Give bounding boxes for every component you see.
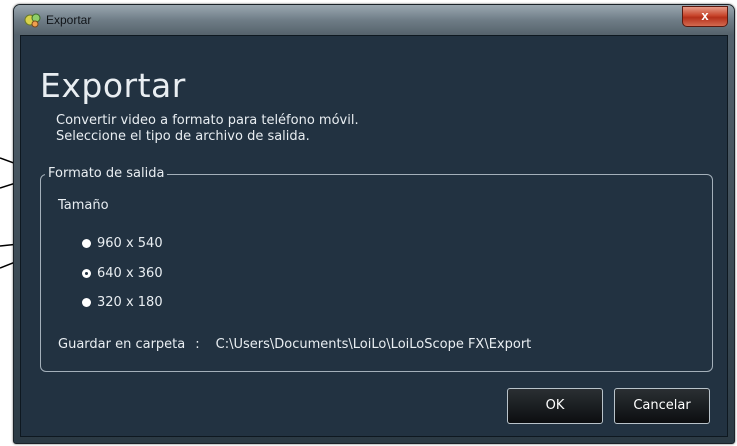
radio-button[interactable] [82, 238, 91, 248]
radio-640x360[interactable]: 640 x 360 [82, 264, 163, 282]
export-dialog-window: Exportar x Exportar Convertir video a fo… [13, 4, 735, 444]
size-label: Tamaño [58, 198, 109, 213]
page-title: Exportar [40, 66, 186, 105]
app-icon [24, 13, 41, 28]
save-folder-path[interactable]: C:\Users\Documents\LoiLo\LoiLoScope FX\E… [216, 337, 532, 352]
radio-960x540[interactable]: 960 x 540 [82, 234, 163, 252]
save-folder-label: Guardar en carpeta [58, 337, 186, 352]
title-bar[interactable]: Exportar x [14, 5, 734, 35]
dialog-content: Exportar Convertir video a formato para … [20, 35, 728, 437]
window-title: Exportar [46, 13, 92, 27]
radio-button-selected[interactable] [82, 268, 91, 278]
radio-320x180[interactable]: 320 x 180 [82, 293, 163, 311]
save-folder-separator: : [195, 337, 200, 352]
description-line-1: Convertir video a formato para teléfono … [56, 113, 359, 128]
save-folder-row: Guardar en carpeta: C:\Users\Documents\Lo… [58, 337, 531, 352]
cancel-button[interactable]: Cancelar [614, 388, 710, 424]
radio-label: 960 x 540 [97, 235, 163, 251]
radio-button[interactable] [82, 297, 91, 307]
output-format-legend: Formato de salida [45, 166, 168, 181]
radio-label: 320 x 180 [97, 294, 163, 310]
close-icon: x [701, 8, 709, 23]
radio-label: 640 x 360 [97, 265, 163, 281]
ok-button[interactable]: OK [507, 388, 603, 424]
description-line-2: Seleccione el tipo de archivo de salida. [56, 129, 310, 144]
close-button[interactable]: x [682, 6, 728, 27]
